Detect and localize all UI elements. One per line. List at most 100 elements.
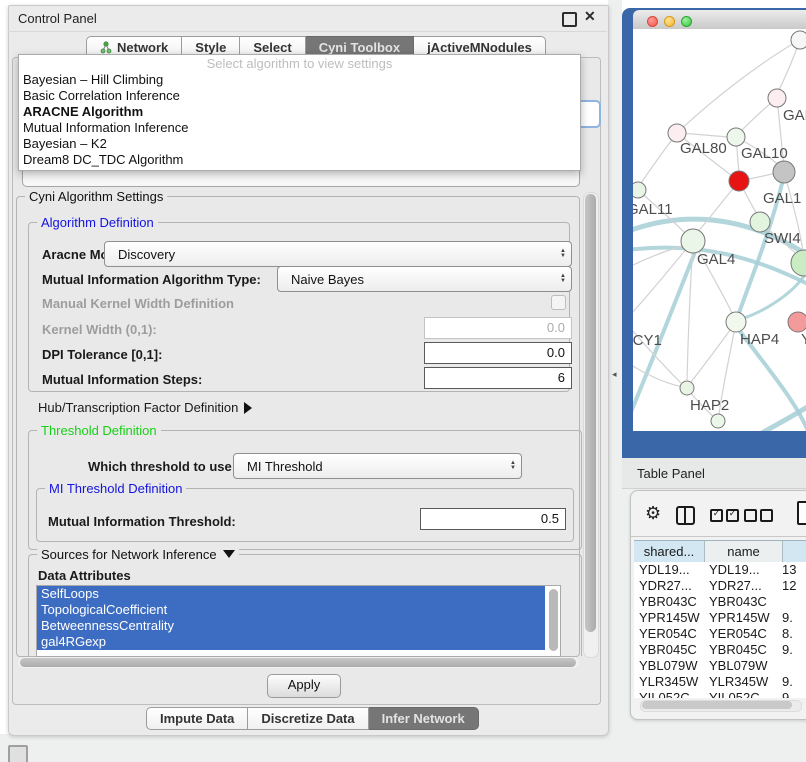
network-node[interactable] bbox=[630, 182, 646, 198]
panel-divider[interactable] bbox=[608, 0, 622, 762]
table-hscrollbar-thumb[interactable] bbox=[642, 701, 792, 709]
network-node[interactable] bbox=[711, 414, 725, 428]
network-node[interactable] bbox=[726, 312, 746, 332]
bottom-left-background bbox=[0, 734, 608, 762]
network-node-label: Y bbox=[801, 331, 806, 348]
attributes-list-scrollbar[interactable] bbox=[549, 589, 558, 651]
table-row[interactable]: YIL052CYIL052C9 bbox=[634, 690, 806, 698]
column-header-shared-name[interactable]: shared... bbox=[634, 541, 705, 563]
network-node[interactable] bbox=[788, 312, 806, 332]
table-row[interactable]: YBR045CYBR045C9. bbox=[634, 642, 806, 658]
tab-jactivemnodules-label: jActiveMNodules bbox=[427, 40, 532, 55]
table-row[interactable]: YBL079WYBL079W bbox=[634, 658, 806, 674]
float-window-button[interactable] bbox=[562, 12, 577, 27]
mi-steps-field[interactable]: 6 bbox=[424, 367, 572, 389]
network-node-label: GAL80 bbox=[680, 140, 727, 157]
aracne-mode-value: Discovery bbox=[105, 247, 555, 262]
manual-kernel-checkbox[interactable] bbox=[551, 295, 566, 310]
apply-button[interactable]: Apply bbox=[267, 674, 341, 698]
table-row[interactable]: YDL19...YDL19...13 bbox=[634, 562, 806, 578]
table-row[interactable]: YBR043CYBR043C bbox=[634, 594, 806, 610]
table-row[interactable]: YDR27...YDR27...12 bbox=[634, 578, 806, 594]
select-all-checkboxes-icon[interactable] bbox=[710, 509, 739, 522]
network-node-label: SWI4 bbox=[764, 230, 801, 247]
attribute-item[interactable]: BetweennessCentrality bbox=[37, 618, 545, 634]
tab-impute-data[interactable]: Impute Data bbox=[146, 707, 248, 730]
network-edge[interactable] bbox=[677, 42, 796, 133]
dropdown-placeholder: Select algorithm to view settings bbox=[19, 55, 580, 72]
network-node[interactable] bbox=[729, 171, 749, 191]
network-node[interactable] bbox=[768, 89, 786, 107]
dropdown-item[interactable]: Bayesian – Hill Climbing bbox=[19, 72, 580, 88]
table-cell: YDR27... bbox=[705, 578, 779, 594]
kernel-width-field[interactable]: 0.0 bbox=[424, 317, 572, 339]
tab-infer-network[interactable]: Infer Network bbox=[369, 707, 479, 730]
aracne-mode-combo[interactable]: Discovery ▲▼ bbox=[104, 241, 572, 267]
network-edge[interactable] bbox=[744, 276, 804, 318]
hub-definition-expander[interactable]: Hub/Transcription Factor Definition bbox=[38, 400, 252, 415]
data-attributes-list: SelfLoops TopologicalCoefficient Between… bbox=[36, 585, 561, 657]
table-settings-gear-icon[interactable]: ⚙ bbox=[645, 503, 661, 524]
table-row[interactable]: YER054CYER054C8. bbox=[634, 626, 806, 642]
settings-vscrollbar-thumb[interactable] bbox=[585, 194, 596, 632]
network-node[interactable] bbox=[622, 312, 632, 328]
mi-type-label: Mutual Information Algorithm Type: bbox=[42, 272, 261, 287]
close-panel-button[interactable]: ✕ bbox=[584, 8, 596, 25]
dropdown-item[interactable]: Mutual Information Inference bbox=[19, 120, 580, 136]
network-node[interactable] bbox=[791, 31, 806, 49]
network-node[interactable] bbox=[750, 212, 770, 232]
table-row[interactable]: YLR345WYLR345W9. bbox=[634, 674, 806, 690]
network-node-label: GAL4 bbox=[697, 251, 735, 268]
network-node-label: GCY1 bbox=[622, 332, 662, 349]
which-threshold-combo[interactable]: MI Threshold ▲▼ bbox=[233, 453, 522, 479]
mi-threshold-group-title: MI Threshold Definition bbox=[45, 481, 186, 496]
divider-collapse-icon[interactable]: ◂ bbox=[612, 369, 617, 380]
column-header-clipped[interactable] bbox=[783, 541, 806, 563]
tab-cyni-toolbox-label: Cyni Toolbox bbox=[319, 40, 400, 55]
dropdown-item-selected[interactable]: ARACNE Algorithm bbox=[19, 104, 580, 120]
attribute-item[interactable]: SelfLoops bbox=[37, 586, 545, 602]
dropdown-item[interactable]: Bayesian – K2 bbox=[19, 136, 580, 152]
collapse-down-icon[interactable] bbox=[223, 550, 235, 558]
network-edge[interactable] bbox=[760, 404, 806, 434]
table-cell: 12 bbox=[779, 578, 797, 594]
network-node-label: GAL bbox=[783, 107, 806, 124]
which-threshold-value: MI Threshold bbox=[234, 459, 505, 474]
dropdown-item[interactable]: Dream8 DC_TDC Algorithm bbox=[19, 152, 580, 168]
table-header-row: shared... name bbox=[634, 540, 806, 564]
network-edge[interactable] bbox=[622, 300, 623, 317]
table-cell: 9. bbox=[779, 610, 797, 626]
dpi-tolerance-field[interactable]: 0.0 bbox=[424, 342, 572, 364]
table-cell: YBR045C bbox=[634, 642, 705, 658]
deselect-all-checkboxes-icon[interactable] bbox=[744, 509, 773, 522]
mi-threshold-field[interactable]: 0.5 bbox=[420, 508, 566, 530]
collapsed-panel-button[interactable] bbox=[8, 745, 28, 762]
export-table-icon[interactable] bbox=[797, 501, 806, 525]
kernel-width-label: Kernel Width (0,1): bbox=[42, 322, 157, 337]
network-node[interactable] bbox=[681, 229, 705, 253]
network-node[interactable] bbox=[680, 381, 694, 395]
table-cell: YER054C bbox=[634, 626, 705, 642]
settings-hscrollbar-thumb[interactable] bbox=[20, 658, 576, 667]
table-cell: YBR043C bbox=[634, 594, 705, 610]
network-edge[interactable] bbox=[691, 322, 736, 382]
stepper-icon: ▲▼ bbox=[555, 249, 571, 259]
network-node[interactable] bbox=[727, 128, 745, 146]
tab-discretize-data[interactable]: Discretize Data bbox=[248, 707, 368, 730]
network-node[interactable] bbox=[791, 250, 806, 276]
table-row[interactable]: YPR145WYPR145W9. bbox=[634, 610, 806, 626]
dropdown-item[interactable]: Basic Correlation Inference bbox=[19, 88, 580, 104]
split-columns-icon[interactable] bbox=[676, 506, 695, 525]
column-header-name[interactable]: name bbox=[705, 541, 783, 563]
mi-type-combo[interactable]: Naive Bayes ▲▼ bbox=[277, 266, 572, 292]
table-cell: 8. bbox=[779, 626, 797, 642]
data-attributes-label: Data Attributes bbox=[38, 568, 131, 583]
network-node[interactable] bbox=[773, 161, 795, 183]
network-edge[interactable] bbox=[624, 321, 681, 383]
control-panel-title: Control Panel bbox=[18, 11, 97, 26]
mi-type-value: Naive Bayes bbox=[278, 272, 555, 287]
attribute-item[interactable]: gal4RGexp bbox=[37, 634, 545, 650]
attribute-item[interactable]: TopologicalCoefficient bbox=[37, 602, 545, 618]
table-cell: YDL19... bbox=[705, 562, 779, 578]
table-cell: 9 bbox=[779, 690, 797, 698]
